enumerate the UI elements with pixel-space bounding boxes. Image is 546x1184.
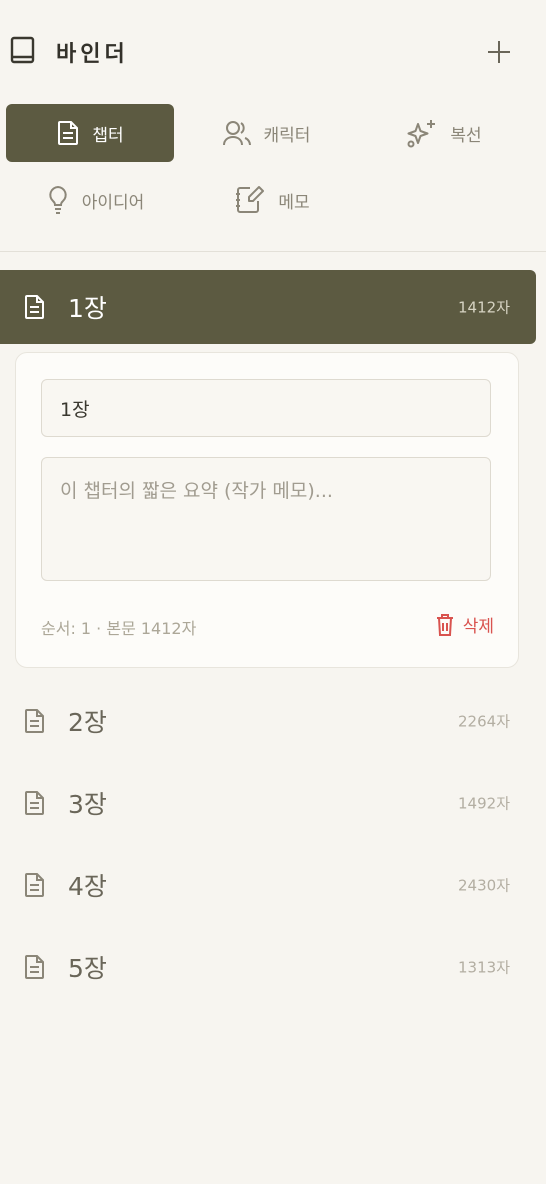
document-icon (25, 709, 44, 733)
chapter-char-count: 2264자 (458, 712, 510, 731)
tab-chapters[interactable]: 챕터 (6, 104, 174, 162)
chapter-name: 2장 (68, 708, 107, 737)
lightbulb-icon (49, 185, 67, 214)
tab-foreshadowing[interactable]: 복선 (384, 104, 504, 162)
chapter-name: 1장 (68, 294, 107, 323)
chapter-item[interactable]: 1장 1412자 (0, 270, 536, 344)
chapter-item[interactable]: 4장 2430자 (0, 848, 536, 922)
chapter-char-count: 1313자 (458, 958, 510, 977)
tab-notes[interactable]: 메모 (212, 171, 332, 229)
tab-label: 캐릭터 (263, 125, 311, 146)
sparkles-icon (407, 120, 436, 148)
divider (0, 251, 546, 252)
delete-label: 삭제 (462, 617, 494, 637)
document-icon (25, 791, 44, 815)
notebook-pen-icon (236, 186, 265, 213)
binder-header: 바인더 (0, 0, 546, 100)
chapter-meta: 순서: 1 · 본문 1412자 (41, 619, 197, 638)
chapter-char-count: 1492자 (458, 794, 510, 813)
tab-label: 아이디어 (81, 192, 145, 213)
document-icon (25, 295, 44, 319)
chapter-name: 3장 (68, 790, 107, 819)
delete-button[interactable]: 삭제 (435, 612, 494, 637)
chapter-name: 4장 (68, 872, 107, 901)
chapter-editor: 순서: 1 · 본문 1412자 삭제 (15, 352, 519, 668)
document-icon (25, 955, 44, 979)
document-icon (58, 121, 79, 145)
book-icon (10, 36, 35, 64)
add-button[interactable] (484, 34, 514, 68)
chapter-char-count: 1412자 (458, 298, 510, 317)
chapter-char-count: 2430자 (458, 876, 510, 895)
page-title: 바인더 (56, 42, 129, 67)
trash-icon (436, 613, 453, 636)
document-icon (25, 873, 44, 897)
chapter-item[interactable]: 5장 1313자 (0, 930, 536, 1004)
tab-characters[interactable]: 캐릭터 (196, 104, 336, 162)
users-icon (222, 121, 251, 146)
chapter-name-input[interactable] (41, 379, 491, 437)
chapter-item[interactable]: 2장 2264자 (0, 684, 536, 758)
chapter-item[interactable]: 3장 1492자 (0, 766, 536, 840)
tab-label: 복선 (450, 125, 482, 146)
chapter-name: 5장 (68, 954, 107, 983)
tab-ideas[interactable]: 아이디어 (20, 171, 170, 229)
tab-label: 챕터 (92, 125, 124, 146)
tab-label: 메모 (278, 192, 310, 213)
chapter-summary-input[interactable] (41, 457, 491, 581)
